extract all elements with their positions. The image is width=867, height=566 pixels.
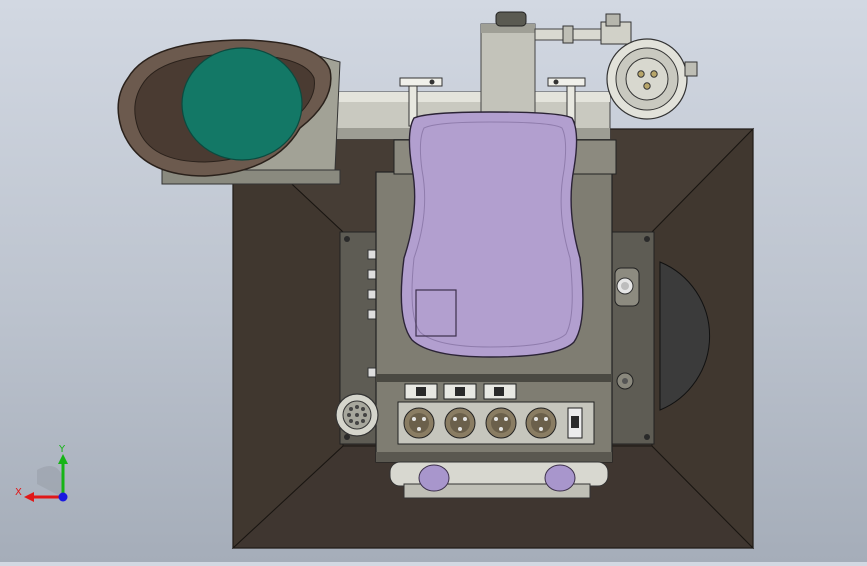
top-control-panel[interactable] [400, 111, 584, 358]
mount-knob-right[interactable] [544, 464, 576, 492]
multi-pin-connector[interactable] [335, 393, 379, 437]
toggle-switch-2[interactable] [443, 383, 477, 400]
xlr-socket-3[interactable] [485, 407, 517, 439]
xlr-socket-2[interactable] [444, 407, 476, 439]
mic-connector[interactable] [606, 38, 698, 120]
switch-row[interactable] [404, 383, 517, 400]
cad-viewport[interactable]: X Y [0, 0, 867, 562]
lens-assembly[interactable] [117, 39, 341, 185]
power-switch[interactable] [567, 407, 583, 439]
toggle-switch-3[interactable] [483, 383, 517, 400]
mount-knob-left[interactable] [418, 464, 450, 492]
xlr-socket-1[interactable] [403, 407, 435, 439]
y-axis-label: Y [58, 444, 66, 455]
model-canvas[interactable]: X Y [0, 0, 867, 562]
xlr-socket-4[interactable] [525, 407, 557, 439]
z-axis-dot [58, 492, 68, 502]
x-axis-label: X [15, 487, 22, 498]
orientation-triad: X Y [15, 444, 68, 502]
triad-plane [37, 466, 62, 497]
toggle-switch-1[interactable] [404, 383, 438, 400]
